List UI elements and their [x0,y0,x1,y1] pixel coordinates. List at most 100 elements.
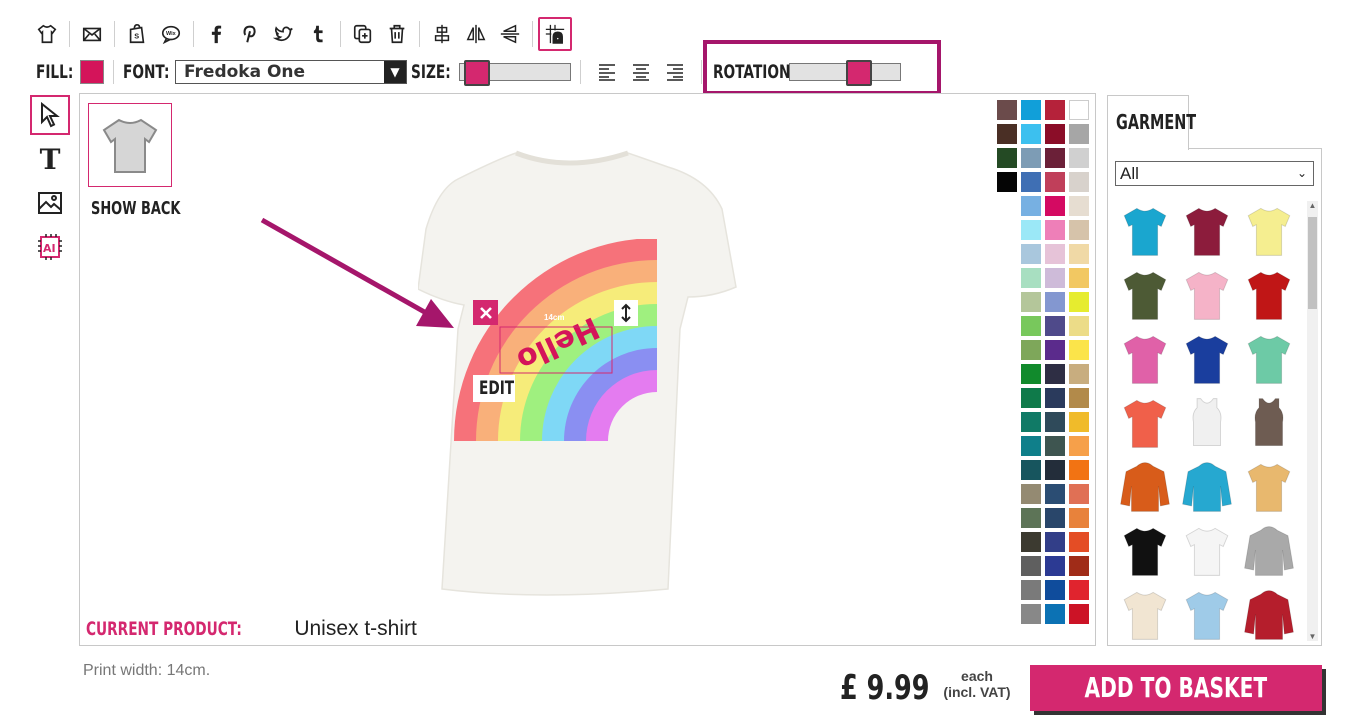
palette-swatch[interactable] [1069,220,1089,240]
image-tool-icon[interactable] [30,183,70,223]
garment-item-tie-dye-tshirt[interactable] [1238,455,1300,519]
palette-swatch[interactable] [1069,388,1089,408]
palette-swatch[interactable] [997,100,1017,120]
fill-color-swatch[interactable] [80,60,104,84]
garment-item-ombre-tshirt[interactable] [1176,583,1238,647]
palette-swatch[interactable] [1069,244,1089,264]
palette-swatch[interactable] [1045,196,1065,216]
palette-swatch[interactable] [1069,268,1089,288]
palette-swatch[interactable] [1021,100,1041,120]
palette-swatch[interactable] [1021,268,1041,288]
tshirt-icon[interactable] [30,17,64,51]
palette-swatch[interactable] [1045,388,1065,408]
palette-swatch[interactable] [1021,436,1041,456]
garment-item-yellow-tshirt[interactable] [1238,199,1300,263]
palette-swatch[interactable] [1069,364,1089,384]
palette-swatch[interactable] [1069,412,1089,432]
palette-swatch[interactable] [1069,436,1089,456]
palette-swatch[interactable] [1045,364,1065,384]
palette-swatch[interactable] [1045,436,1065,456]
tumblr-icon[interactable] [301,17,335,51]
scroll-up-icon[interactable]: ▲ [1307,201,1318,210]
text-tool-icon[interactable]: T [30,139,70,179]
palette-swatch[interactable] [1021,148,1041,168]
duplicate-icon[interactable] [346,17,380,51]
edit-handle[interactable]: EDIT [473,375,515,402]
palette-swatch[interactable] [1021,604,1041,624]
select-tool-icon[interactable] [30,95,70,135]
palette-swatch[interactable] [997,148,1017,168]
garment-item-red-tshirt[interactable] [1238,263,1300,327]
align-left-icon[interactable] [590,58,624,86]
garment-item-orange-hoodie[interactable] [1114,455,1176,519]
garment-item-white-vest[interactable] [1176,391,1238,455]
garment-item-baseball-tshirt[interactable] [1176,519,1238,583]
trash-icon[interactable] [380,17,414,51]
palette-swatch[interactable] [1021,316,1041,336]
align-right-icon[interactable] [658,58,692,86]
garment-item-turquoise-hoodie[interactable] [1176,455,1238,519]
palette-swatch[interactable] [1021,124,1041,144]
garment-item-royal-blue-tshirt[interactable] [1176,327,1238,391]
palette-swatch[interactable] [1069,316,1089,336]
palette-swatch[interactable] [1069,460,1089,480]
palette-swatch[interactable] [1021,388,1041,408]
palette-swatch[interactable] [997,124,1017,144]
palette-swatch[interactable] [1021,340,1041,360]
garment-tab[interactable]: GARMENT [1107,95,1196,150]
scroll-down-icon[interactable]: ▼ [1307,632,1318,641]
palette-swatch[interactable] [1045,148,1065,168]
garment-item-brown-vest[interactable] [1238,391,1300,455]
palette-swatch[interactable] [1021,484,1041,504]
palette-swatch[interactable] [1045,220,1065,240]
garment-item-burgundy-tshirt[interactable] [1176,199,1238,263]
palette-swatch[interactable] [1045,412,1065,432]
palette-swatch[interactable] [1021,244,1041,264]
palette-swatch[interactable] [1069,484,1089,504]
flip-horizontal-icon[interactable] [459,17,493,51]
palette-swatch[interactable] [997,172,1017,192]
palette-swatch[interactable] [1069,292,1089,312]
palette-swatch[interactable] [1045,556,1065,576]
garment-item-cream-tshirt[interactable] [1114,583,1176,647]
palette-swatch[interactable] [1069,100,1089,120]
palette-swatch[interactable] [1069,508,1089,528]
garment-item-coral-tshirt[interactable] [1114,391,1176,455]
palette-swatch[interactable] [1021,196,1041,216]
palette-swatch[interactable] [1045,268,1065,288]
show-back-thumbnail[interactable] [88,103,172,187]
garment-item-black-tshirt[interactable] [1114,519,1176,583]
palette-swatch[interactable] [1045,244,1065,264]
garment-item-pink-tshirt[interactable] [1176,263,1238,327]
garment-scrollbar[interactable]: ▲ ▼ [1307,201,1318,641]
palette-swatch[interactable] [1069,556,1089,576]
size-slider-knob[interactable] [464,60,490,86]
palette-swatch[interactable] [1069,124,1089,144]
resize-handle[interactable] [614,300,638,326]
delete-handle[interactable] [473,300,498,325]
flip-vertical-icon[interactable] [493,17,527,51]
email-icon[interactable] [75,17,109,51]
palette-swatch[interactable] [1021,556,1041,576]
palette-swatch[interactable] [1069,148,1089,168]
palette-swatch[interactable] [1045,532,1065,552]
palette-swatch[interactable] [1021,580,1041,600]
pinterest-icon[interactable] [233,17,267,51]
palette-swatch[interactable] [1045,340,1065,360]
add-to-basket-button[interactable]: ADD TO BASKET [1030,665,1322,711]
palette-swatch[interactable] [1069,580,1089,600]
palette-swatch[interactable] [1045,124,1065,144]
align-center-text-icon[interactable] [624,58,658,86]
palette-swatch[interactable] [1045,316,1065,336]
palette-swatch[interactable] [1069,172,1089,192]
grid-snap-icon[interactable] [538,17,572,51]
palette-swatch[interactable] [1045,508,1065,528]
garment-filter-select[interactable]: All ⌄ [1115,161,1314,186]
palette-swatch[interactable] [1045,100,1065,120]
palette-swatch[interactable] [1045,460,1065,480]
design-canvas[interactable]: SHOW BACK Hello 14cm EDIT CURRENT PRODUC… [79,93,1096,646]
palette-swatch[interactable] [1021,532,1041,552]
ai-tool-icon[interactable]: AI [30,227,70,267]
palette-swatch[interactable] [1021,364,1041,384]
palette-swatch[interactable] [1069,340,1089,360]
